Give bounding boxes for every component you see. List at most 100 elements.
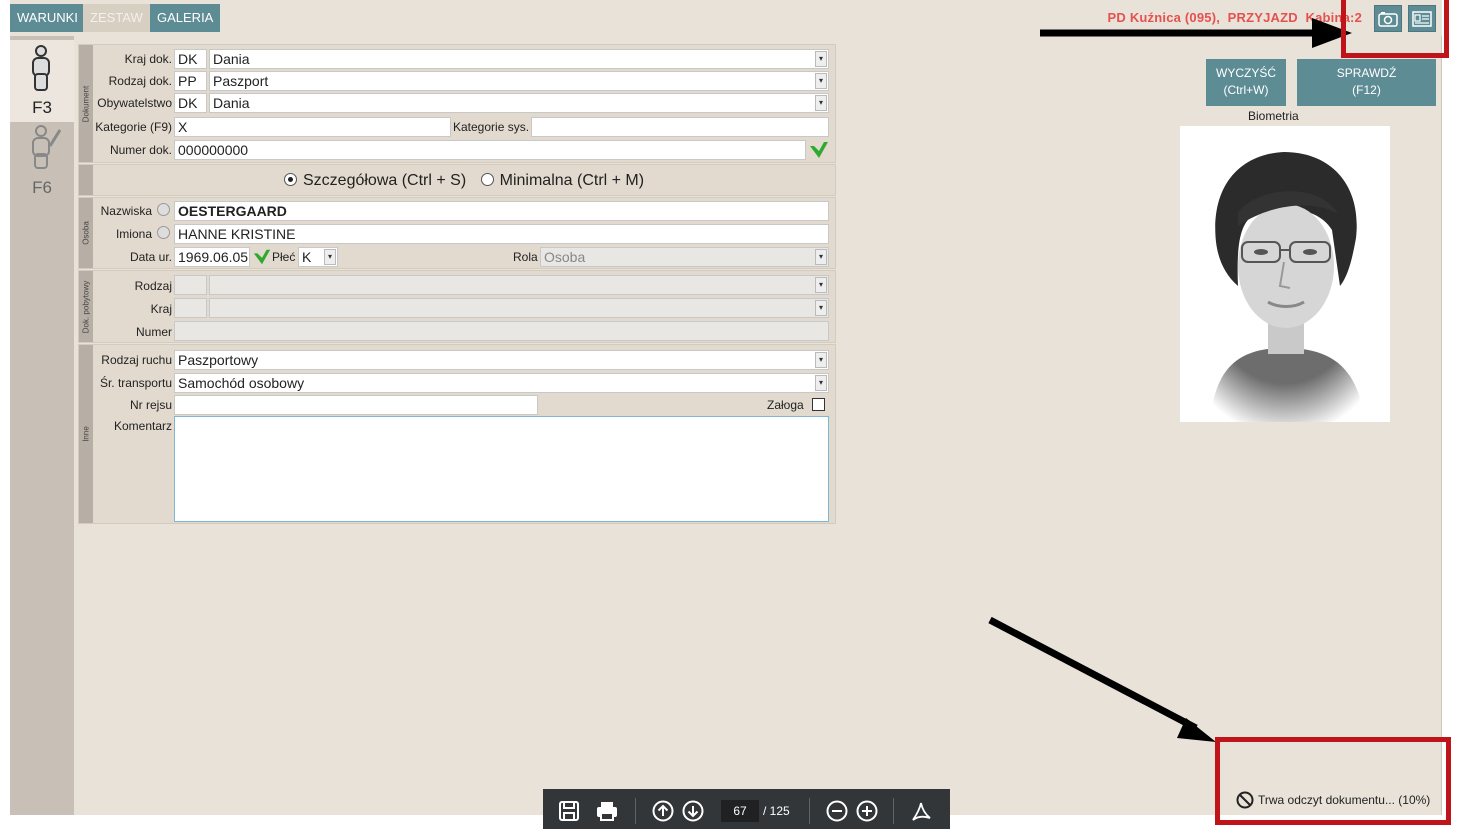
minimal-mode-radio[interactable]: Minimalna (Ctrl + M) bbox=[480, 172, 645, 189]
biometrics-label: Biometria bbox=[1248, 109, 1299, 123]
dropdown-arrow-icon[interactable]: ▾ bbox=[815, 300, 827, 316]
zaloga-checkbox[interactable] bbox=[812, 398, 825, 411]
mrz-icon bbox=[157, 226, 170, 239]
label-kategorie: Kategorie (F9) bbox=[95, 120, 172, 134]
person-icon bbox=[32, 45, 50, 91]
mrz-icon bbox=[157, 203, 170, 216]
sr-transportu-value: Samochód osobowy bbox=[178, 375, 305, 391]
label-data-ur: Data ur. bbox=[129, 250, 172, 264]
annotation-box-top bbox=[1341, 0, 1449, 58]
obywatelstwo-code-field[interactable]: DK bbox=[174, 93, 207, 113]
person-edit-icon[interactable] bbox=[24, 124, 64, 172]
nav-label-f6[interactable]: F6 bbox=[10, 178, 74, 198]
document-section: Dokument Kraj dok. DK Dania ▾ Rodzaj dok.… bbox=[78, 44, 836, 163]
zoom-in-icon[interactable] bbox=[855, 799, 879, 823]
toolbar-separator bbox=[635, 798, 636, 824]
nazwiska-field[interactable]: OESTERGAARD bbox=[174, 201, 829, 221]
label-rodzaj-ruchu: Rodzaj ruchu bbox=[101, 353, 172, 367]
dropdown-arrow-icon[interactable]: ▾ bbox=[324, 249, 336, 265]
check-button-label: SPRAWDŹ bbox=[1336, 66, 1397, 80]
print-icon[interactable] bbox=[595, 799, 619, 823]
rodzaj-dok-code-field[interactable]: PP bbox=[174, 71, 207, 91]
kategorie-sys-field[interactable] bbox=[531, 117, 829, 137]
left-navigation: F3 F6 bbox=[10, 36, 74, 815]
tab-galeria[interactable]: GALERIA bbox=[150, 4, 221, 32]
dropdown-arrow-icon[interactable]: ▾ bbox=[815, 95, 827, 111]
pdf-toolbar: 67 / 125 bbox=[543, 789, 950, 829]
zoom-out-icon[interactable] bbox=[825, 799, 849, 823]
nav-label-f3: F3 bbox=[32, 98, 52, 117]
kraj-select[interactable]: ▾ bbox=[209, 298, 829, 318]
section-band: Dok. pobytowy bbox=[79, 271, 93, 342]
plec-select[interactable]: K ▾ bbox=[298, 247, 338, 267]
komentarz-textarea[interactable] bbox=[174, 416, 829, 522]
detailed-mode-radio[interactable]: Szczegółowa (Ctrl + S) bbox=[284, 172, 466, 189]
page-total: / 125 bbox=[763, 804, 790, 818]
sr-transportu-select[interactable]: Samochód osobowy ▾ bbox=[174, 373, 829, 393]
data-ur-field[interactable]: 1969.06.05 bbox=[174, 247, 250, 267]
label-numer: Numer bbox=[135, 325, 172, 339]
label-kraj-dok: Kraj dok. bbox=[124, 52, 172, 66]
dropdown-arrow-icon[interactable]: ▾ bbox=[815, 277, 827, 293]
rodzaj-dok-select[interactable]: Paszport ▾ bbox=[209, 71, 829, 91]
valid-check-icon bbox=[810, 142, 828, 158]
next-page-icon[interactable] bbox=[681, 799, 705, 823]
radio-selected-icon bbox=[284, 173, 297, 186]
tab-zestaw[interactable]: ZESTAW bbox=[83, 4, 150, 32]
obywatelstwo-select[interactable]: Dania ▾ bbox=[209, 93, 829, 113]
top-bar: WARUNKI ZESTAW GALERIA PD Kuźnica (095),… bbox=[10, 0, 1442, 36]
valid-check-icon bbox=[253, 249, 271, 265]
label-plec: Płeć bbox=[272, 250, 296, 264]
section-band: Osoba bbox=[79, 198, 93, 268]
acrobat-icon[interactable] bbox=[909, 799, 933, 823]
label-komentarz: Komentarz bbox=[113, 419, 172, 433]
dropdown-arrow-icon[interactable]: ▾ bbox=[815, 375, 827, 391]
imiona-field[interactable]: HANNE KRISTINE bbox=[174, 224, 829, 244]
obywatelstwo-value: Dania bbox=[213, 95, 250, 111]
rodzaj-select[interactable]: ▾ bbox=[209, 275, 829, 295]
label-rola: Rola bbox=[513, 250, 538, 264]
mode-section: Szczegółowa (Ctrl + S) Minimalna (Ctrl +… bbox=[78, 164, 836, 196]
label-obywatelstwo: Obywatelstwo bbox=[97, 96, 172, 110]
rola-select[interactable]: Osoba ▾ bbox=[540, 247, 829, 267]
label-kategorie-sys: Kategorie sys. bbox=[453, 120, 530, 134]
label-rodzaj-dok: Rodzaj dok. bbox=[108, 74, 172, 88]
clear-button-label: WYCZYŚĆ bbox=[1216, 66, 1276, 80]
label-kraj: Kraj bbox=[150, 302, 172, 316]
rodzaj-code-field[interactable] bbox=[174, 275, 207, 295]
clear-button-shortcut: (Ctrl+W) bbox=[1223, 83, 1269, 97]
previous-page-icon[interactable] bbox=[651, 799, 675, 823]
page-number-input[interactable]: 67 bbox=[721, 800, 759, 822]
rola-value: Osoba bbox=[544, 249, 586, 265]
check-button-shortcut: (F12) bbox=[1352, 83, 1381, 97]
rodzaj-dok-value: Paszport bbox=[213, 73, 269, 89]
kraj-dok-code-field[interactable]: DK bbox=[174, 49, 207, 69]
rodzaj-ruchu-select[interactable]: Paszportowy ▾ bbox=[174, 350, 829, 370]
nav-item-f3[interactable]: F3 bbox=[10, 40, 74, 122]
label-nazwiska: Nazwiska bbox=[100, 204, 152, 218]
label-rodzaj: Rodzaj bbox=[134, 279, 172, 293]
dropdown-arrow-icon[interactable]: ▾ bbox=[815, 352, 827, 368]
dropdown-arrow-icon[interactable]: ▾ bbox=[815, 249, 827, 265]
other-section: Inne Rodzaj ruchu Paszportowy ▾ Śr. trans… bbox=[78, 344, 836, 524]
dropdown-arrow-icon[interactable]: ▾ bbox=[815, 73, 827, 89]
clear-button[interactable]: WYCZYŚĆ (Ctrl+W) bbox=[1206, 59, 1286, 106]
toolbar-separator bbox=[809, 798, 810, 824]
biometric-photo bbox=[1180, 126, 1390, 422]
person-section: Osoba Nazwiska OESTERGAARD Imiona HANNE … bbox=[78, 197, 836, 269]
tab-warunki[interactable]: WARUNKI bbox=[10, 4, 85, 32]
save-icon[interactable] bbox=[557, 799, 581, 823]
label-sr-transportu: Śr. transportu bbox=[99, 376, 172, 390]
traveler-form: Dokument Kraj dok. DK Dania ▾ Rodzaj dok.… bbox=[78, 40, 836, 524]
numer-dok-field[interactable]: 000000000 bbox=[174, 140, 806, 160]
check-button[interactable]: SPRAWDŹ (F12) bbox=[1297, 59, 1436, 106]
minimal-mode-label: Minimalna (Ctrl + M) bbox=[499, 172, 645, 189]
label-imiona: Imiona bbox=[115, 227, 152, 241]
nr-rejsu-field[interactable] bbox=[174, 395, 538, 415]
dropdown-arrow-icon[interactable]: ▾ bbox=[815, 51, 827, 67]
kategorie-field[interactable]: X bbox=[174, 117, 451, 137]
numer-field[interactable] bbox=[174, 321, 829, 341]
kraj-dok-select[interactable]: Dania ▾ bbox=[209, 49, 829, 69]
mode-radio-group: Szczegółowa (Ctrl + S) Minimalna (Ctrl +… bbox=[284, 172, 644, 190]
kraj-code-field[interactable] bbox=[174, 298, 207, 318]
